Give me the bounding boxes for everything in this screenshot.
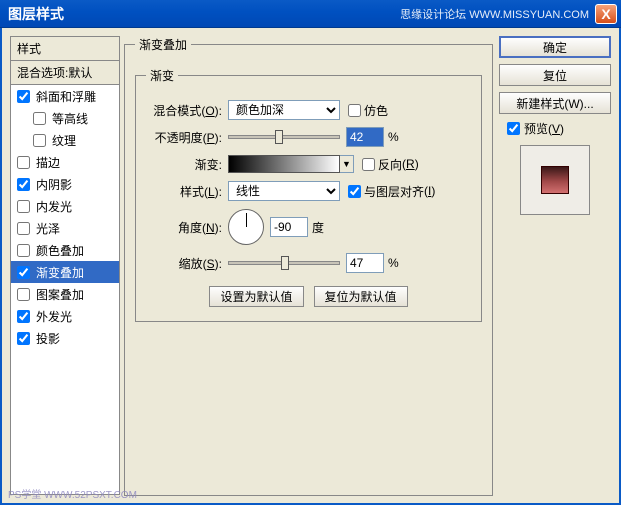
scale-row: 缩放(S): % — [146, 252, 471, 274]
set-default-button[interactable]: 设置为默认值 — [209, 286, 303, 307]
align-checkbox[interactable]: 与图层对齐(I) — [348, 183, 435, 200]
style-checkbox-3[interactable] — [17, 156, 30, 169]
style-row-11[interactable]: 投影 — [11, 327, 119, 349]
opacity-slider[interactable] — [228, 135, 340, 139]
style-row-0[interactable]: 斜面和浮雕 — [11, 85, 119, 107]
reset-button[interactable]: 复位 — [499, 64, 611, 86]
scale-input[interactable] — [346, 253, 384, 273]
style-select[interactable]: 线性 — [228, 181, 340, 201]
blend-mode-row: 混合模式(O): 颜色加深 仿色 — [146, 99, 471, 121]
style-row-7[interactable]: 颜色叠加 — [11, 239, 119, 261]
dither-checkbox[interactable]: 仿色 — [348, 102, 388, 119]
style-label-9: 图案叠加 — [36, 286, 84, 303]
scale-slider-thumb[interactable] — [281, 256, 289, 270]
blend-mode-select[interactable]: 颜色加深 — [228, 100, 340, 120]
angle-dial[interactable] — [228, 209, 264, 245]
align-checkbox-input[interactable] — [348, 185, 361, 198]
scale-label: 缩放(S): — [146, 255, 228, 272]
style-row-9[interactable]: 图案叠加 — [11, 283, 119, 305]
style-label-5: 内发光 — [36, 198, 72, 215]
preview-swatch — [541, 166, 569, 194]
style-row-5[interactable]: 内发光 — [11, 195, 119, 217]
style-label-7: 颜色叠加 — [36, 242, 84, 259]
blend-mode-label: 混合模式(O): — [146, 102, 228, 119]
dialog-body: 样式 混合选项:默认 斜面和浮雕等高线纹理描边内阴影内发光光泽颜色叠加渐变叠加图… — [0, 28, 621, 505]
style-row-3[interactable]: 描边 — [11, 151, 119, 173]
style-checkbox-8[interactable] — [17, 266, 30, 279]
style-label-3: 描边 — [36, 154, 60, 171]
opacity-row: 不透明度(P): % — [146, 126, 471, 148]
style-label-0: 斜面和浮雕 — [36, 88, 96, 105]
styles-header[interactable]: 样式 — [11, 37, 119, 61]
preview-thumbnail — [520, 145, 590, 215]
settings-panel: 渐变叠加 渐变 混合模式(O): 颜色加深 仿色 — [124, 36, 493, 495]
style-row-6[interactable]: 光泽 — [11, 217, 119, 239]
preview-checkbox[interactable]: 预览(V) — [507, 120, 611, 137]
opacity-unit: % — [388, 130, 399, 144]
scale-slider[interactable] — [228, 261, 340, 265]
style-label-10: 外发光 — [36, 308, 72, 325]
style-checkbox-7[interactable] — [17, 244, 30, 257]
gradient-dropdown-arrow[interactable]: ▼ — [340, 155, 354, 173]
angle-dial-hand — [246, 213, 247, 227]
window-title: 图层样式 — [8, 4, 400, 24]
scale-unit: % — [388, 256, 399, 270]
footer-watermark: PS学堂 WWW.52PSXT.COM — [8, 486, 137, 501]
style-checkbox-11[interactable] — [17, 332, 30, 345]
style-checkbox-1[interactable] — [33, 112, 46, 125]
reverse-checkbox[interactable]: 反向(R) — [362, 156, 419, 173]
style-label-1: 等高线 — [52, 110, 88, 127]
style-row-8[interactable]: 渐变叠加 — [11, 261, 119, 283]
angle-unit: 度 — [312, 219, 324, 236]
style-checkbox-10[interactable] — [17, 310, 30, 323]
new-style-button[interactable]: 新建样式(W)... — [499, 92, 611, 114]
style-label-2: 纹理 — [52, 132, 76, 149]
opacity-input[interactable] — [346, 127, 384, 147]
style-checkbox-9[interactable] — [17, 288, 30, 301]
outer-legend: 渐变叠加 — [135, 36, 191, 53]
style-row-2[interactable]: 纹理 — [11, 129, 119, 151]
opacity-slider-thumb[interactable] — [275, 130, 283, 144]
style-checkbox-5[interactable] — [17, 200, 30, 213]
style-row-10[interactable]: 外发光 — [11, 305, 119, 327]
preview-checkbox-input[interactable] — [507, 122, 520, 135]
style-label-6: 光泽 — [36, 220, 60, 237]
reset-default-button[interactable]: 复位为默认值 — [314, 286, 408, 307]
angle-input[interactable] — [270, 217, 308, 237]
style-label-11: 投影 — [36, 330, 60, 347]
opacity-label: 不透明度(P): — [146, 129, 228, 146]
gradient-label: 渐变: — [146, 156, 228, 173]
gradient-preview[interactable] — [228, 155, 340, 173]
watermark-text: 思缘设计论坛 WWW.MISSYUAN.COM — [400, 6, 589, 22]
style-checkbox-4[interactable] — [17, 178, 30, 191]
dither-checkbox-input[interactable] — [348, 104, 361, 117]
angle-row: 角度(N): 度 — [146, 207, 471, 247]
style-checkbox-0[interactable] — [17, 90, 30, 103]
style-label-4: 内阴影 — [36, 176, 72, 193]
title-bar: 图层样式 思缘设计论坛 WWW.MISSYUAN.COM X — [0, 0, 621, 28]
style-label: 样式(L): — [146, 183, 228, 200]
gradient-row: 渐变: ▼ 反向(R) — [146, 153, 471, 175]
style-checkbox-6[interactable] — [17, 222, 30, 235]
styles-list: 斜面和浮雕等高线纹理描边内阴影内发光光泽颜色叠加渐变叠加图案叠加外发光投影 — [11, 85, 119, 494]
inner-legend: 渐变 — [146, 67, 178, 84]
style-row-4[interactable]: 内阴影 — [11, 173, 119, 195]
angle-label: 角度(N): — [146, 219, 228, 236]
right-panel: 确定 复位 新建样式(W)... 预览(V) — [499, 36, 611, 495]
defaults-row: 设置为默认值 复位为默认值 — [146, 286, 471, 307]
ok-button[interactable]: 确定 — [499, 36, 611, 58]
reverse-checkbox-input[interactable] — [362, 158, 375, 171]
style-row-1[interactable]: 等高线 — [11, 107, 119, 129]
style-checkbox-2[interactable] — [33, 134, 46, 147]
blending-options-default[interactable]: 混合选项:默认 — [11, 61, 119, 85]
close-button[interactable]: X — [595, 4, 617, 24]
gradient-overlay-group: 渐变叠加 渐变 混合模式(O): 颜色加深 仿色 — [124, 36, 493, 496]
styles-panel: 样式 混合选项:默认 斜面和浮雕等高线纹理描边内阴影内发光光泽颜色叠加渐变叠加图… — [10, 36, 120, 495]
style-label-8: 渐变叠加 — [36, 264, 84, 281]
style-row: 样式(L): 线性 与图层对齐(I) — [146, 180, 471, 202]
gradient-group: 渐变 混合模式(O): 颜色加深 仿色 — [135, 67, 482, 322]
